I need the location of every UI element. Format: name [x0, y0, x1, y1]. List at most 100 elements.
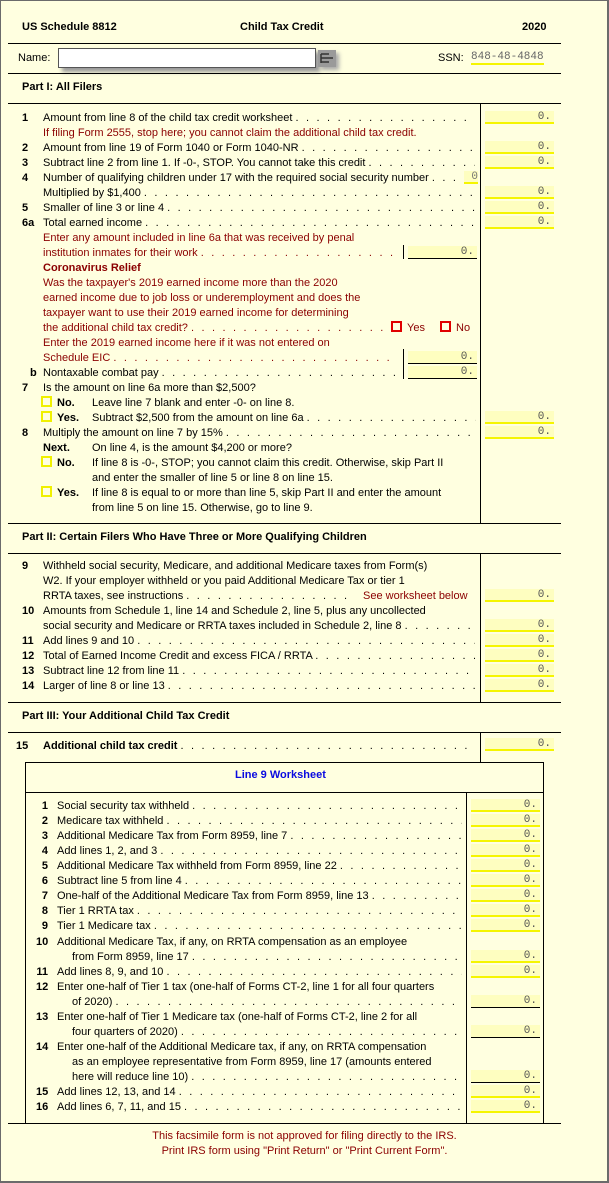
line9-text: W2. If your employer withheld or you pai…: [43, 575, 405, 587]
line1-amount[interactable]: 0.: [485, 111, 554, 124]
line5-amount[interactable]: 0.: [485, 201, 554, 214]
line10-amount[interactable]: 0.: [485, 619, 554, 632]
divider: [8, 103, 561, 104]
line7-no-text: Leave line 7 blank and enter -0- on line…: [92, 397, 295, 409]
line-number: 6a: [22, 217, 35, 229]
see-worksheet-link[interactable]: See worksheet below: [363, 590, 468, 602]
ws-line-amount[interactable]: 0.: [471, 904, 540, 917]
ws-line10-amount[interactable]: 0.: [471, 950, 540, 963]
line-number: 15: [16, 740, 29, 752]
ws-line15-amount[interactable]: 0.: [471, 1085, 540, 1098]
ws-line-label: Additional Medicare Tax withheld from Fo…: [57, 860, 462, 872]
line8-amount[interactable]: 0.: [485, 426, 554, 439]
line-number: 2: [41, 815, 48, 827]
ws-line14-text: as an employee representative from Form …: [72, 1056, 432, 1068]
ws-line-label: Social security tax withheld . . . . . .…: [57, 800, 462, 812]
part2-title: Part II: Certain Filers Who Have Three o…: [22, 531, 367, 543]
divider: [8, 1123, 561, 1124]
name-lookup-button[interactable]: [318, 50, 336, 67]
line3-amount[interactable]: 0.: [485, 156, 554, 169]
ws-line13-text: Enter one-half of Tier 1 Medicare tax (o…: [57, 1011, 418, 1023]
line-number: 8: [22, 427, 29, 439]
covid-2019-text: Enter the 2019 earned income here if it …: [43, 337, 330, 349]
line2-amount[interactable]: 0.: [485, 141, 554, 154]
divider: [8, 553, 561, 554]
divider: [8, 732, 561, 733]
line8-yes-checkbox[interactable]: [41, 486, 52, 497]
line7-no-checkbox[interactable]: [41, 396, 52, 407]
line-number: 7: [41, 890, 48, 902]
line7-no-label: No.: [57, 397, 75, 409]
line14-amount[interactable]: 0.: [485, 679, 554, 692]
line8-no-text: and enter the smaller of line 5 or line …: [92, 472, 333, 484]
line8-no-checkbox[interactable]: [41, 456, 52, 467]
line11-amount[interactable]: 0.: [485, 634, 554, 647]
ws-line14-label: here will reduce line 10) . . . . . . . …: [72, 1071, 462, 1083]
ws-line-amount[interactable]: 0.: [471, 829, 540, 842]
ws-line-amount[interactable]: 0.: [471, 889, 540, 902]
line13-amount[interactable]: 0.: [485, 664, 554, 677]
line-number: 1: [22, 112, 29, 124]
ws-line-amount[interactable]: 0.: [471, 844, 540, 857]
penal-text: Enter any amount included in line 6a tha…: [43, 232, 355, 244]
line8-no-text: If line 8 is -0-, STOP; you cannot claim…: [92, 457, 444, 469]
ws-line11-label: Add lines 8, 9, and 10 . . . . . . . . .…: [57, 966, 462, 978]
line6a-amount[interactable]: 0.: [485, 216, 554, 229]
ws-line-amount[interactable]: 0.: [471, 859, 540, 872]
ws-line12-amount[interactable]: 0.: [471, 995, 540, 1008]
line-number: 9: [41, 920, 48, 932]
line-number: 14: [36, 1041, 49, 1053]
line8-yes-text: from line 5 on line 15. Otherwise, go to…: [92, 502, 313, 514]
line4-amount[interactable]: 0.: [485, 186, 554, 199]
line2-label: Amount from line 19 of Form 1040 or Form…: [43, 142, 475, 154]
covid-2019-amount[interactable]: 0.: [408, 351, 477, 364]
divider: [8, 43, 561, 44]
line5-label: Smaller of line 3 or line 4 . . . . . . …: [43, 202, 475, 214]
tax-year: 2020: [522, 21, 547, 33]
line7-yes-checkbox[interactable]: [41, 411, 52, 422]
ws-line-amount[interactable]: 0.: [471, 814, 540, 827]
divider: [8, 702, 561, 703]
list-select-icon: [320, 53, 333, 63]
line9-label: RRTA taxes, see instructions . . . . . .…: [43, 590, 353, 602]
line9-amount[interactable]: 0.: [485, 589, 554, 602]
line1-label: Amount from line 8 of the child tax cred…: [43, 112, 475, 124]
ws-line-label: Additional Medicare Tax from Form 8959, …: [57, 830, 462, 842]
print-instructions-text: Print IRS form using "Print Return" or "…: [161, 1145, 448, 1157]
ws-line-label: Tier 1 Medicare tax . . . . . . . . . . …: [57, 920, 462, 932]
line-number: 3: [22, 157, 29, 169]
ws-line16-amount[interactable]: 0.: [471, 1100, 540, 1113]
line-number: 2: [22, 142, 29, 154]
line13-label: Subtract line 12 from line 11 . . . . . …: [43, 665, 475, 677]
covid-yes-label: Yes: [407, 322, 425, 334]
ws-line11-amount[interactable]: 0.: [471, 965, 540, 978]
line4-children-count[interactable]: 0: [464, 171, 478, 184]
name-input[interactable]: [58, 48, 316, 68]
line15-label: Additional child tax credit . . . . . . …: [43, 740, 475, 752]
line-number: 16: [36, 1101, 49, 1113]
line15-amount[interactable]: 0.: [485, 738, 554, 751]
covid-question: taxpayer want to use their 2019 earned i…: [43, 307, 349, 319]
line12-amount[interactable]: 0.: [485, 649, 554, 662]
line7-amount[interactable]: 0.: [485, 411, 554, 424]
ws-line-amount[interactable]: 0.: [471, 874, 540, 887]
ws-line12-text: Enter one-half of Tier 1 tax (one-half o…: [57, 981, 435, 993]
disclaimer-text: This facsimile form is not approved for …: [152, 1130, 457, 1142]
ssn-value: 848-48-4848: [471, 51, 544, 65]
divider: [8, 523, 561, 524]
covid-no-checkbox[interactable]: [440, 321, 451, 332]
line-number: 10: [22, 605, 35, 617]
ws-line14-amount[interactable]: 0.: [471, 1070, 540, 1083]
covid-yes-checkbox[interactable]: [391, 321, 402, 332]
ws-line14-text: Enter one-half of the Additional Medicar…: [57, 1041, 427, 1053]
ws-line10-label: from Form 8959, line 17 . . . . . . . . …: [72, 951, 462, 963]
line4-label: Number of qualifying children under 17 w…: [43, 172, 461, 184]
covid-2019-label: Schedule EIC . . . . . . . . . . . . . .…: [43, 352, 398, 364]
ws-line-amount[interactable]: 0.: [471, 919, 540, 932]
line8-yes-label: Yes.: [57, 487, 80, 499]
line6b-amount[interactable]: 0.: [408, 366, 477, 379]
penal-amount[interactable]: 0.: [408, 246, 477, 259]
ws-line-amount[interactable]: 0.: [471, 799, 540, 812]
line-number: 4: [41, 845, 48, 857]
ws-line13-amount[interactable]: 0.: [471, 1025, 540, 1038]
